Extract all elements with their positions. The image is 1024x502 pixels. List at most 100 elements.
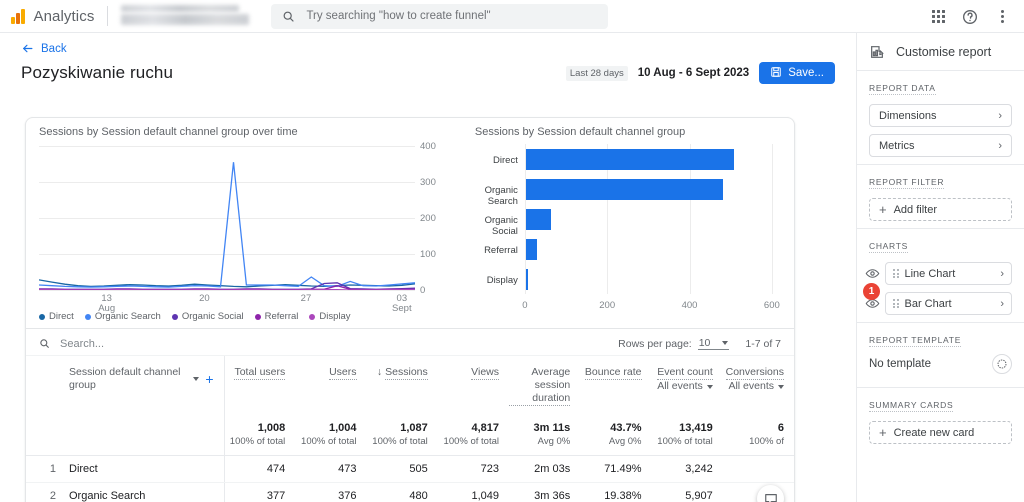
dimensions-label: Dimensions	[879, 109, 937, 122]
row-cell: 723	[437, 455, 509, 483]
drag-handle-icon[interactable]	[893, 299, 899, 308]
charts-label: CHARTS	[869, 241, 908, 253]
save-label: Save...	[788, 67, 824, 79]
y-axis-tick: 400	[420, 141, 436, 152]
line-chart-pill[interactable]: Line Chart ›	[885, 262, 1012, 285]
line-chart[interactable]: Sessions by Session default channel grou…	[26, 118, 462, 328]
column-header-label: Event count	[657, 366, 713, 380]
legend-item[interactable]: Direct	[39, 311, 74, 322]
legend-item[interactable]: Organic Social	[171, 311, 244, 322]
dimensions-button[interactable]: Dimensions ›	[869, 104, 1012, 127]
line-chart-plot	[39, 146, 415, 291]
row-name: Organic Search	[69, 490, 146, 502]
template-settings-icon[interactable]	[992, 354, 1012, 374]
bar[interactable]	[525, 238, 537, 260]
row-cell: 473	[295, 455, 367, 483]
legend-dot	[171, 313, 178, 320]
divider	[107, 6, 109, 26]
eye-icon[interactable]	[865, 266, 880, 281]
account-selector-blurred[interactable]	[121, 5, 251, 27]
column-subselect[interactable]: All events	[728, 380, 784, 393]
date-range-picker[interactable]: 10 Aug - 6 Sept 2023	[638, 67, 749, 79]
table-body: 1,008 100% of total 1,004 100% of total 1,08…	[26, 414, 794, 502]
data-table-section: Rows per page: 10 1-7 of 7	[26, 328, 794, 502]
rows-per-page-select[interactable]: 10	[697, 337, 730, 350]
row-cell: 71.49%	[580, 455, 652, 483]
save-button[interactable]: Save...	[759, 62, 835, 84]
bar[interactable]	[525, 268, 528, 290]
row-cell: 1,049	[437, 482, 509, 502]
row-cell: 377	[224, 482, 296, 502]
column-header[interactable]: Views	[438, 356, 509, 414]
create-new-card-label: Create new card	[893, 426, 975, 439]
totals-dimension-cell	[26, 414, 225, 456]
add-dimension-icon[interactable]: +	[205, 372, 213, 386]
legend-item[interactable]: Display	[309, 311, 351, 322]
table-search-input[interactable]	[58, 336, 258, 351]
column-header[interactable]: Bounce rate	[580, 356, 651, 414]
report-filter-section: REPORT FILTER	[857, 165, 1024, 191]
table-search-row: Rows per page: 10 1-7 of 7	[26, 332, 794, 356]
totals-cell: 43.7% Avg 0%	[580, 414, 652, 456]
legend-label: Display	[319, 311, 351, 322]
back-link[interactable]: Back	[21, 42, 856, 55]
row-cell: 505	[366, 455, 438, 483]
summary-cards-section: SUMMARY CARDS	[857, 388, 1024, 414]
report-data-label: REPORT DATA	[869, 83, 936, 95]
column-header[interactable]: ↓ Sessions	[367, 356, 438, 414]
save-icon	[770, 66, 782, 81]
column-header[interactable]: Event count All events	[652, 356, 723, 414]
row-index: 1	[49, 463, 56, 475]
row-cell: 376	[295, 482, 367, 502]
help-icon[interactable]	[957, 4, 983, 30]
legend-label: Direct	[49, 311, 74, 322]
legend-item[interactable]: Referral	[254, 311, 299, 322]
column-header[interactable]: Conversions All events	[723, 356, 794, 414]
chart-item-line[interactable]: Line Chart ›	[865, 262, 1012, 285]
x-axis-tick: 600	[763, 300, 780, 311]
table-row[interactable]: 1 Direct 474 473 505 723 2m 03s 71.49% 3,242	[26, 455, 794, 483]
legend-dot	[39, 313, 45, 320]
column-header-label: Conversions	[725, 366, 784, 380]
page-header-actions: Last 28 days 10 Aug - 6 Sept 2023 Save..…	[565, 62, 835, 84]
chart-item-bar[interactable]: 1 Bar Chart ›	[863, 283, 1012, 315]
bar[interactable]	[525, 148, 734, 170]
add-filter-button[interactable]: + Add filter	[869, 198, 1012, 221]
column-header[interactable]: Users	[295, 356, 366, 414]
totals-cell: 13,419 100% of total	[651, 414, 723, 456]
search-icon	[39, 338, 50, 349]
page-header: Pozyskiwanie ruchu Last 28 days 10 Aug -…	[0, 58, 856, 88]
apps-grid-icon[interactable]	[925, 4, 951, 30]
chevron-down-icon[interactable]	[193, 377, 200, 381]
line-series	[39, 162, 415, 288]
search-input[interactable]	[304, 9, 598, 23]
line-series-group	[39, 162, 415, 290]
bar-chart[interactable]: Sessions by Session default channel grou…	[462, 118, 794, 328]
global-search[interactable]	[271, 3, 609, 29]
metrics-button[interactable]: Metrics ›	[869, 134, 1012, 157]
totals-cell: 1,008 100% of total	[224, 414, 296, 456]
legend-dot	[84, 313, 91, 320]
column-subselect[interactable]: All events	[657, 380, 713, 393]
table-row[interactable]: 2 Organic Search 377 376 480 1,049 3m 36s 19.38…	[26, 482, 794, 502]
bar-chart-pill[interactable]: Bar Chart ›	[885, 292, 1012, 315]
bar[interactable]	[525, 208, 551, 230]
main-content: Back Pozyskiwanie ruchu Last 28 days 10 …	[0, 33, 856, 502]
brand-label: Analytics	[33, 7, 95, 25]
row-dimension-cell: 1 Direct	[26, 455, 225, 483]
more-vertical-icon[interactable]	[989, 4, 1015, 30]
annotation-badge-1: 1	[863, 283, 880, 300]
chevron-down-icon	[778, 384, 784, 389]
report-card: Sessions by Session default channel grou…	[25, 117, 795, 502]
bar[interactable]	[525, 178, 724, 200]
legend-item[interactable]: Organic Search	[84, 311, 161, 322]
column-header[interactable]: Average session duration	[509, 356, 580, 414]
table-head: Session default channel group + Total us…	[26, 356, 794, 414]
totals-cell: 1,087 100% of total	[366, 414, 438, 456]
totals-subvalue: 100% of total	[372, 436, 428, 447]
legend-label: Referral	[264, 311, 299, 322]
create-new-card-button[interactable]: + Create new card	[869, 421, 1012, 444]
column-header[interactable]: Total users	[224, 356, 295, 414]
column-header-label: Bounce rate	[584, 366, 642, 380]
drag-handle-icon[interactable]	[893, 269, 899, 278]
